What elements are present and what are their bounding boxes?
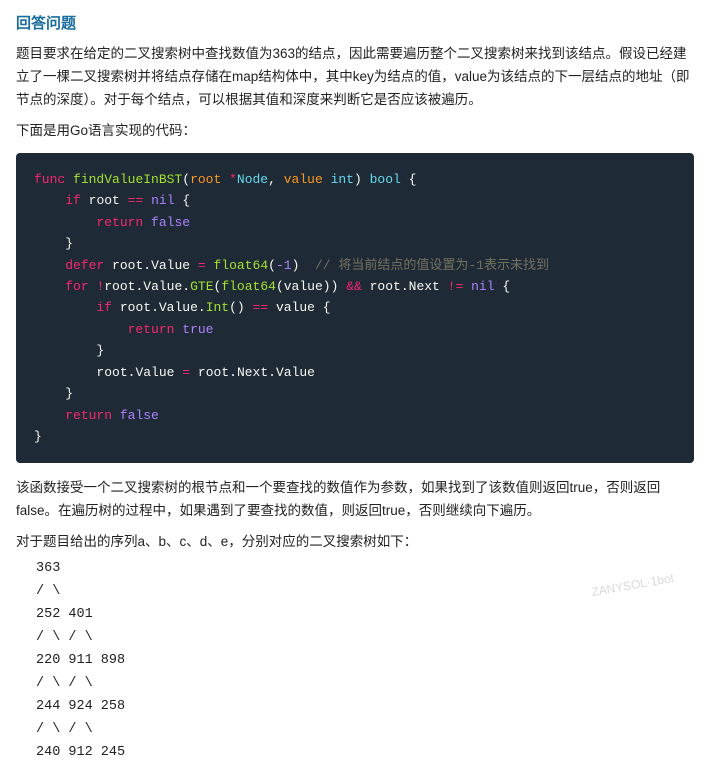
code-line-7: if root.Value.Int() == value { [34,297,676,318]
description1: 题目要求在给定的二叉搜索树中查找数值为363的结点，因此需要遍历整个二叉搜索树来… [16,43,694,112]
tree-line-8: / \ / \ [36,719,694,742]
tree-line-7: 244 924 258 [36,696,694,719]
tree-line-1: 363 [36,558,694,581]
code-line-4: } [34,233,676,254]
page-container: 回答问题 题目要求在给定的二叉搜索树中查找数值为363的结点，因此需要遍历整个二… [0,0,710,777]
code-line-10: root.Value = root.Next.Value [34,362,676,383]
code-line-5: defer root.Value = float64(-1) // 将当前结点的… [34,255,676,276]
tree-line-2: / \ [36,581,694,604]
tree-intro: 对于题目给出的序列a、b、c、d、e，分别对应的二叉搜索树如下： [16,531,694,554]
code-block: func findValueInBST(root *Node, value in… [16,153,694,464]
tree-display: 363 / \ 252 401 / \ / \ 220 911 898 / \ … [36,558,694,764]
tree-line-3: 252 401 [36,604,694,627]
tree-line-5: 220 911 898 [36,650,694,673]
code-line-2: if root == nil { [34,190,676,211]
code-line-3: return false [34,212,676,233]
tree-wrapper: ZANYSOL·1bot 363 / \ 252 401 / \ / \ 220… [16,558,694,764]
page-title: 回答问题 [16,12,694,33]
description2: 下面是用Go语言实现的代码： [16,120,694,143]
tree-line-4: / \ / \ [36,627,694,650]
tree-line-6: / \ / \ [36,673,694,696]
tree-line-9: 240 912 245 [36,742,694,765]
after-code: 该函数接受一个二叉搜索树的根节点和一个要查找的数值作为参数，如果找到了该数值则返… [16,477,694,523]
code-line-6: for !root.Value.GTE(float64(value)) && r… [34,276,676,297]
code-line-12: return false [34,405,676,426]
code-line-8: return true [34,319,676,340]
code-line-1: func findValueInBST(root *Node, value in… [34,169,676,190]
code-line-11: } [34,383,676,404]
code-line-9: } [34,340,676,361]
code-line-13: } [34,426,676,447]
